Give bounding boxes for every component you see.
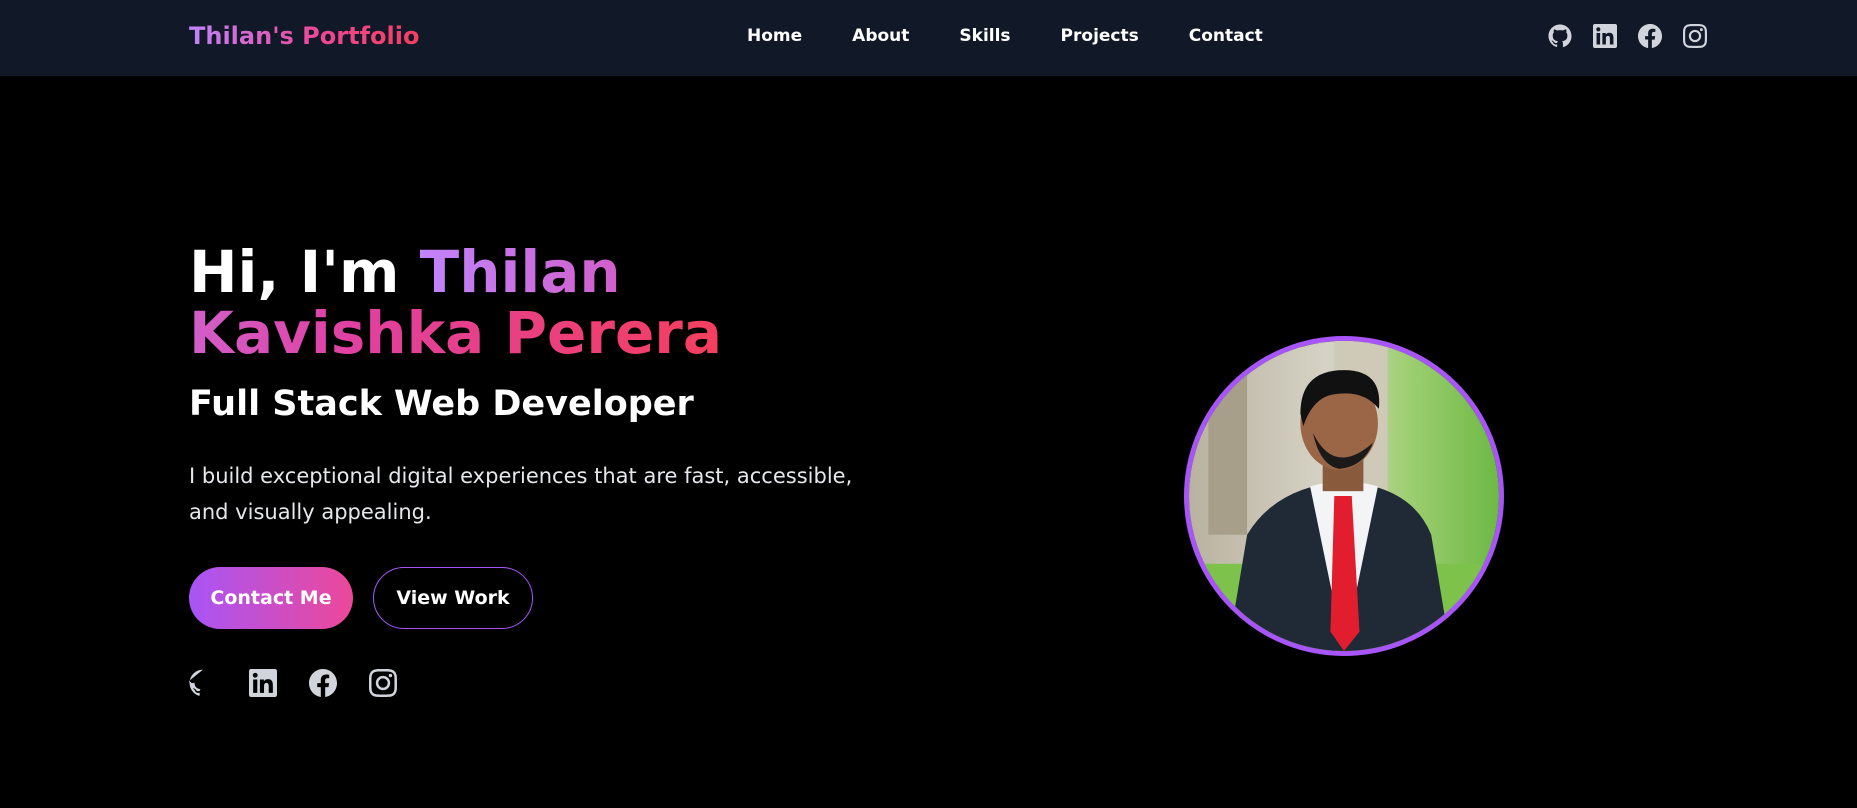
navbar: Thilan's Portfolio Home About Skills Pro… xyxy=(0,0,1857,76)
contact-me-button[interactable]: Contact Me xyxy=(189,567,353,629)
github-icon[interactable] xyxy=(189,669,217,697)
nav-links: Home About Skills Projects Contact xyxy=(747,26,1263,46)
instagram-icon[interactable] xyxy=(1683,24,1707,48)
nav-link-home[interactable]: Home xyxy=(747,26,802,46)
hero-social-links xyxy=(189,669,397,697)
facebook-icon[interactable] xyxy=(1638,24,1662,48)
nav-link-skills[interactable]: Skills xyxy=(959,26,1010,46)
github-icon[interactable] xyxy=(1548,24,1572,48)
facebook-icon[interactable] xyxy=(309,669,337,697)
view-work-button[interactable]: View Work xyxy=(373,567,533,629)
site-logo[interactable]: Thilan's Portfolio xyxy=(189,22,419,50)
nav-link-about[interactable]: About xyxy=(852,26,909,46)
linkedin-icon[interactable] xyxy=(1593,24,1617,48)
hero-subtitle: Full Stack Web Developer xyxy=(189,384,694,424)
instagram-icon[interactable] xyxy=(369,669,397,697)
profile-photo xyxy=(1184,336,1504,656)
linkedin-icon[interactable] xyxy=(249,669,277,697)
nav-link-contact[interactable]: Contact xyxy=(1189,26,1263,46)
nav-link-projects[interactable]: Projects xyxy=(1061,26,1139,46)
navbar-social-links xyxy=(1548,24,1707,48)
hero-greeting: Hi, I'm xyxy=(189,238,420,306)
hero-heading: Hi, I'm Thilan Kavishka Perera xyxy=(189,242,909,364)
hero-description: I build exceptional digital experiences … xyxy=(189,464,853,524)
